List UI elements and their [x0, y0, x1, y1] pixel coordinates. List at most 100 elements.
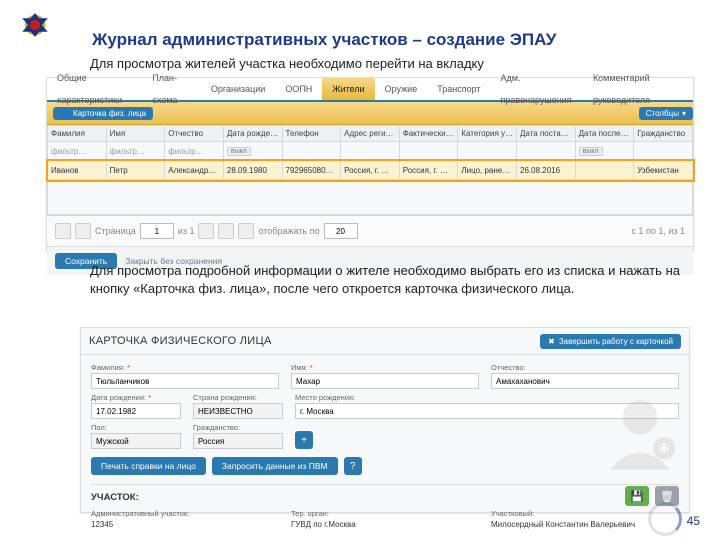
pager-page-label: Страница: [95, 226, 136, 236]
save-card-button[interactable]: 💾: [625, 486, 649, 506]
intro-text-2: Для просмотра подробной информации о жит…: [90, 262, 680, 297]
label-lastname: Фамилия: *: [91, 363, 279, 372]
filter-date2[interactable]: выкл: [575, 142, 634, 161]
tab-oopn[interactable]: ООПН: [275, 78, 322, 100]
save-icon: 💾: [630, 490, 644, 503]
pager-page-input[interactable]: [140, 223, 174, 239]
cell-dob: 28.09.1980: [223, 161, 282, 180]
table-row-empty: [48, 180, 693, 215]
label-dob: Дата рождения: *: [91, 393, 181, 402]
col-dob[interactable]: Дата рожде…: [223, 126, 282, 142]
card-title: КАРТОЧКА ФИЗИЧЕСКОГО ЛИЦА: [89, 335, 272, 347]
country-select[interactable]: [193, 403, 283, 419]
residents-grid-panel: Общие характеристики План-схема Организа…: [46, 77, 694, 252]
person-placeholder-icon: [597, 388, 683, 474]
value-off: Милосердный Константин Валерьевич: [491, 520, 635, 529]
pager-perpage-input[interactable]: [324, 223, 358, 239]
filter-citizen[interactable]: [634, 142, 693, 161]
sex-select[interactable]: [91, 433, 181, 449]
person-card-panel: КАРТОЧКА ФИЗИЧЕСКОГО ЛИЦА ✖ Завершить ра…: [80, 327, 690, 513]
tab-bar: Общие характеристики План-схема Организа…: [47, 78, 693, 102]
filter-date1[interactable]: [517, 142, 576, 161]
pager: Страница из 1 отображать по с 1 по 1, из…: [47, 215, 693, 246]
citizen-select[interactable]: [193, 433, 283, 449]
tab-residents[interactable]: Жители: [322, 78, 374, 100]
print-button[interactable]: Печать справки на лицо: [91, 457, 206, 475]
firstname-input[interactable]: [291, 373, 479, 389]
pager-prev-icon[interactable]: [75, 223, 91, 239]
tab-weapons[interactable]: Оружие: [375, 78, 428, 100]
cell-firstname: Петр: [106, 161, 165, 180]
person-card-label: Карточка физ. лица: [73, 109, 146, 118]
filter-dob[interactable]: выкл: [223, 142, 282, 161]
col-cat[interactable]: Категория у…: [458, 126, 517, 142]
tab-org[interactable]: Организации: [201, 78, 275, 100]
help-button[interactable]: ?: [344, 457, 362, 475]
col-date1[interactable]: Дата постан…: [517, 126, 576, 142]
pager-last-icon[interactable]: [218, 223, 234, 239]
cell-reg: Россия, г. Мо…: [341, 161, 400, 180]
midname-input[interactable]: [491, 373, 679, 389]
close-card-label: Завершить работу с карточкой: [559, 337, 673, 346]
label-firstname: Имя: *: [291, 363, 479, 372]
filter-tel[interactable]: [282, 142, 341, 161]
filter-lastname[interactable]: фильтр…: [48, 142, 107, 161]
label-sex: Пол:: [91, 423, 181, 432]
value-ter: ГУВД по г.Москва: [291, 520, 356, 529]
col-tel[interactable]: Телефон: [282, 126, 341, 142]
filter-firstname[interactable]: фильтр…: [106, 142, 165, 161]
cell-fact: Россия, г. Мо…, Россия, г. Мо…: [399, 161, 458, 180]
person-icon: 👤: [60, 109, 70, 118]
col-fact[interactable]: Фактически…: [399, 126, 458, 142]
label-ter: Тер. орган:: [291, 509, 479, 518]
label-country: Страна рождения:: [193, 393, 283, 402]
col-firstname[interactable]: Имя: [106, 126, 165, 142]
add-button[interactable]: +: [295, 431, 313, 449]
emblem-icon: [18, 8, 52, 42]
page-number: 45: [687, 514, 700, 528]
col-reg[interactable]: Адрес регис…: [341, 126, 400, 142]
pager-next-icon[interactable]: [198, 223, 214, 239]
col-lastname[interactable]: Фамилия: [48, 126, 107, 142]
person-card-button[interactable]: 👤 Карточка физ. лица: [53, 107, 153, 120]
tab-general[interactable]: Общие характеристики: [47, 67, 142, 111]
filter-reg[interactable]: [341, 142, 400, 161]
dob-input[interactable]: [91, 403, 181, 419]
tab-comment[interactable]: Комментарий руководителя: [583, 67, 693, 111]
columns-button[interactable]: Столбцы ▾: [639, 107, 693, 120]
pager-refresh-icon[interactable]: [238, 223, 254, 239]
close-card-button[interactable]: ✖ Завершить работу с карточкой: [540, 334, 681, 349]
columns-label: Столбцы: [646, 109, 679, 118]
cell-citizen: Узбекистан: [634, 161, 693, 180]
table-row[interactable]: Иванов Петр Александро… 28.09.1980 79296…: [48, 161, 693, 180]
residents-table: Фамилия Имя Отчество Дата рожде… Телефон…: [47, 125, 693, 215]
cell-midname: Александро…: [165, 161, 224, 180]
value-adm: 12345: [91, 520, 113, 529]
filter-row: фильтр… фильтр… фильтр… выкл выкл: [48, 142, 693, 161]
col-citizen[interactable]: Гражданство: [634, 126, 693, 142]
filter-fact[interactable]: [399, 142, 458, 161]
label-adm: Административный участок:: [91, 509, 279, 518]
pager-range: с 1 по 1, из 1: [631, 226, 685, 236]
cell-tel: 79296508020 84956508010: [282, 161, 341, 180]
pager-of: из 1: [178, 226, 195, 236]
section-label: УЧАСТОК:: [81, 488, 689, 507]
slide-title: Журнал административных участков – созда…: [92, 30, 556, 50]
label-citizen: Гражданство:: [193, 423, 283, 432]
lastname-input[interactable]: [91, 373, 279, 389]
decorative-ring-icon: [648, 502, 682, 536]
tab-offences[interactable]: Адм. правонарушения: [491, 67, 583, 111]
cell-date1: 26.08.2016: [517, 161, 576, 180]
col-midname[interactable]: Отчество: [165, 126, 224, 142]
cell-date2: [575, 161, 634, 180]
chevron-down-icon: ▾: [682, 109, 686, 118]
col-date2[interactable]: Дата после…: [575, 126, 634, 142]
tab-transport[interactable]: Транспорт: [427, 78, 490, 100]
pager-first-icon[interactable]: [55, 223, 71, 239]
close-icon: ✖: [548, 337, 555, 346]
cell-cat: Лицо, ранее …: [458, 161, 517, 180]
pvm-request-button[interactable]: Запросить данные из ПВМ: [212, 457, 338, 475]
filter-cat[interactable]: [458, 142, 517, 161]
filter-midname[interactable]: фильтр…: [165, 142, 224, 161]
tab-plan[interactable]: План-схема: [142, 67, 201, 111]
